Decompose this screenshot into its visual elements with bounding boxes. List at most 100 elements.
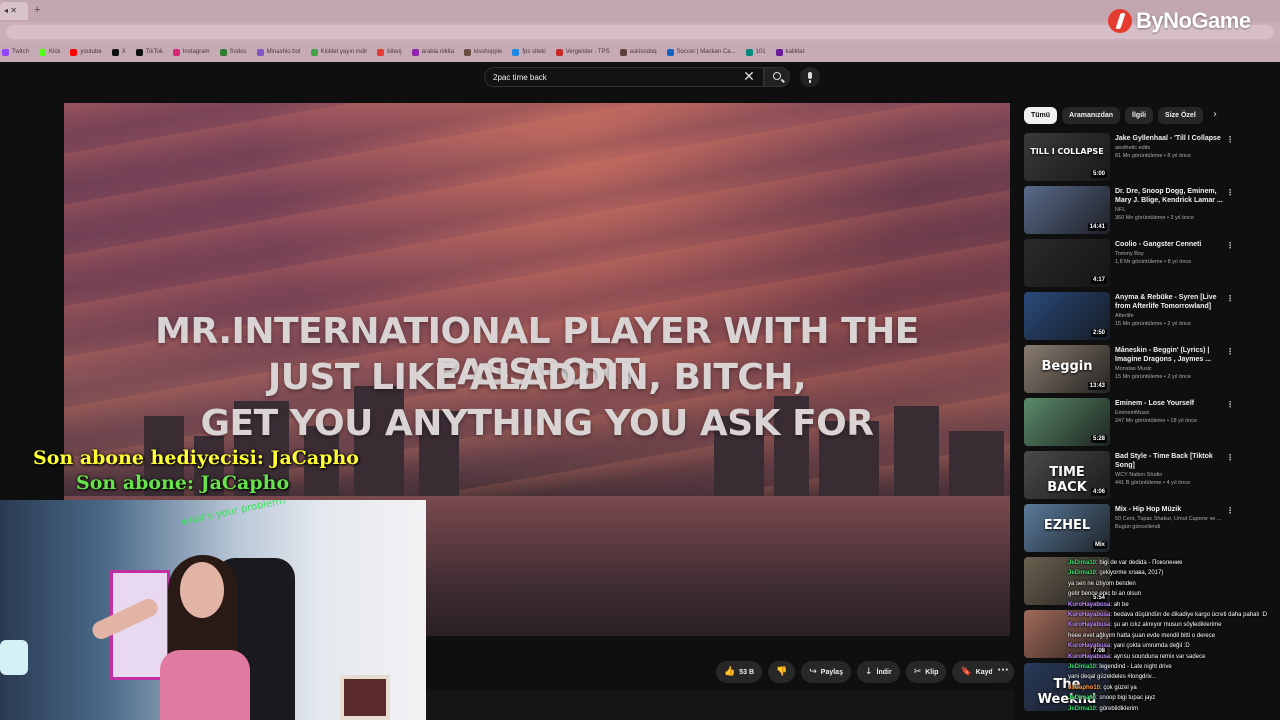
channel-name[interactable]: NFL [1115,207,1125,213]
search-icon [773,72,781,80]
kebab-menu-icon[interactable]: ⋮ [1226,453,1234,462]
bookmark-item[interactable]: Sodos [219,48,247,56]
new-tab-icon[interactable]: + [34,4,40,16]
channel-name[interactable]: Afterlife [1115,313,1134,319]
video-thumbnail[interactable]: Beggin 13:43 [1024,345,1110,393]
bookmark-label: youtube [80,49,102,55]
video-thumbnail[interactable]: TILL I COLLAPSE 5:00 [1024,133,1110,181]
chat-message: yani deqal güzeldeles #longdriv... [1068,674,1280,680]
bynogame-brand: ByNoGame [1108,8,1251,34]
recommendation-item[interactable]: 5:28 Eminem - Lose Yourself EminemMusic 247… [1024,398,1236,446]
bookmark-item[interactable]: Kick [39,48,60,56]
thumbs-down-icon: 👎 [776,667,788,677]
more-actions-button[interactable]: ··· [992,661,1014,683]
video-title[interactable]: Måneskin - Beggin' (Lyrics) | Imagine Dr… [1115,346,1227,364]
bookmark-item[interactable]: Kicklet yayın indir [310,48,368,56]
video-title[interactable]: Eminem - Lose Yourself [1115,399,1227,408]
bookmark-item[interactable]: arabia nikita [411,48,454,56]
channel-name[interactable]: EminemMusic [1115,410,1150,416]
bookmark-label: Minashio bot [266,49,301,55]
download-button[interactable]: ↓ İndir [856,661,900,683]
bookmark-favicon-icon [666,48,674,56]
bookmark-item[interactable]: Instagram [172,48,210,56]
video-meta: 15 Mn görüntüleme • 2 yıl önce [1115,321,1191,327]
recommendation-item[interactable]: TILL I COLLAPSE 5:00 Jake Gyllenhaal - 'Ti… [1024,133,1236,181]
video-thumbnail[interactable]: 4:17 [1024,239,1110,287]
filter-chip[interactable]: İlgili [1125,107,1154,124]
recommendation-item[interactable]: 4:17 Coolio - Gangster Cenneti Tommy Boy 1,… [1024,239,1236,287]
bookmark-item[interactable]: bitenj [377,48,402,56]
chevron-right-icon[interactable]: › [1213,109,1217,120]
bookmark-item[interactable]: X [111,48,126,56]
kebab-menu-icon[interactable]: ⋮ [1226,400,1234,409]
bookmark-item[interactable]: 101 [745,48,766,56]
recommendation-item[interactable]: 14:41 Dr. Dre, Snoop Dogg, Eminem, Mary J… [1024,186,1236,234]
search-button[interactable] [764,67,790,87]
kebab-menu-icon[interactable]: ⋮ [1226,347,1234,356]
channel-name[interactable]: Tommy Boy [1115,251,1144,257]
chat-username: JeDima10 [1068,695,1097,702]
video-thumbnail[interactable]: TIME BACK 4:06 [1024,451,1110,499]
like-button[interactable]: 👍 53 B [716,661,763,683]
video-thumbnail[interactable]: 5:28 [1024,398,1110,446]
bookmark-favicon-icon [219,48,227,56]
recommendation-item[interactable]: Beggin 13:43 Måneskin - Beggin' (Lyrics) |… [1024,345,1236,393]
bookmark-item[interactable]: fps siteki [512,48,546,56]
bookmark-item[interactable]: kisshoppie [463,48,502,56]
chat-message: JeDima10: çekiyorme хлава, 2017) [1068,570,1280,576]
bookmark-favicon-icon [172,48,180,56]
channel-name[interactable]: Monstas Music [1115,366,1152,372]
filter-chip[interactable]: Tümü [1024,107,1058,124]
dislike-button[interactable]: 👎 [768,661,796,683]
channel-name[interactable]: WCY Nation Studio [1115,472,1162,478]
bookmark-item[interactable]: TikTok [135,48,163,56]
address-bar [0,22,1280,42]
kebab-menu-icon[interactable]: ⋮ [1226,506,1234,515]
url-field[interactable] [6,25,1274,39]
recommendation-item[interactable]: EZHEL Mix Mix - Hip Hop Müzik 50 Cent, Tupa… [1024,504,1236,552]
bookmark-item[interactable]: kaliktat [775,48,804,56]
video-title[interactable]: Coolio - Gangster Cenneti [1115,240,1227,249]
video-thumbnail[interactable]: EZHEL Mix [1024,504,1110,552]
video-title[interactable]: Mix - Hip Hop Müzik [1115,505,1227,514]
browser-tab[interactable]: ◂ ✕ [0,2,28,20]
bookmark-favicon-icon [745,48,753,56]
video-thumbnail[interactable]: 14:41 [1024,186,1110,234]
bookmark-label: Kicklet yayın indir [320,49,368,55]
filter-chip[interactable]: Size Özel [1158,107,1203,124]
filter-chip[interactable]: Aramanızdan [1062,107,1121,124]
recommendation-item[interactable]: TIME BACK 4:06 Bad Style - Time Back [Tikt… [1024,451,1236,499]
clear-search-icon[interactable]: ✕ [742,70,756,84]
tab-close-icon[interactable]: ◂ ✕ [4,6,17,15]
channel-name[interactable]: aesthetic edits [1115,145,1150,151]
bookmark-label: TikTok [145,49,163,55]
chat-message: ya sen ne izliyom benden [1068,581,1280,587]
chat-message: KuroHayabusa: bedava düşündün de dikadiy… [1068,612,1280,618]
bookmark-item[interactable]: Minashio bot [256,48,301,56]
video-title[interactable]: Anyma & Rebūke - Syren [Live from Afterl… [1115,293,1227,311]
bookmark-item[interactable]: Twitch [2,48,29,56]
chat-username: JeDima10 [1068,560,1097,566]
voice-search-icon[interactable] [800,67,820,87]
kebab-menu-icon[interactable]: ⋮ [1226,188,1234,197]
share-button[interactable]: ↪ Paylaş [801,661,851,683]
bookmark-item[interactable]: Vergeister - TPS [555,48,610,56]
kebab-menu-icon[interactable]: ⋮ [1226,241,1234,250]
video-title[interactable]: Dr. Dre, Snoop Dogg, Eminem, Mary J. Bli… [1115,187,1227,205]
bookmark-item[interactable]: askisodoq [619,48,657,56]
search-input[interactable]: 2pac time back [484,67,764,87]
channel-name[interactable]: 50 Cent, Tupac Shakur, Umut Capone ve ..… [1115,516,1221,522]
chat-text: : görebildiklerim [1096,705,1139,712]
bookmark-item[interactable]: youtube [70,48,102,56]
kebab-menu-icon[interactable]: ⋮ [1226,135,1234,144]
bookmark-label: askisodoq [629,49,657,55]
video-title[interactable]: Jake Gyllenhaal - 'Till I Collapse [1115,134,1227,143]
kebab-menu-icon[interactable]: ⋮ [1226,294,1234,303]
video-thumbnail[interactable]: 2:50 [1024,292,1110,340]
clip-button[interactable]: ✂ Klip [905,661,947,683]
video-title[interactable]: Bad Style - Time Back [Tiktok Song] [1115,452,1227,470]
bookmark-favicon-icon [111,48,119,56]
brand-name: ByNoGame [1136,8,1251,33]
bookmark-item[interactable]: Soccer | Mackan Ca... [666,48,736,56]
recommendation-item[interactable]: 2:50 Anyma & Rebūke - Syren [Live from Af… [1024,292,1236,340]
